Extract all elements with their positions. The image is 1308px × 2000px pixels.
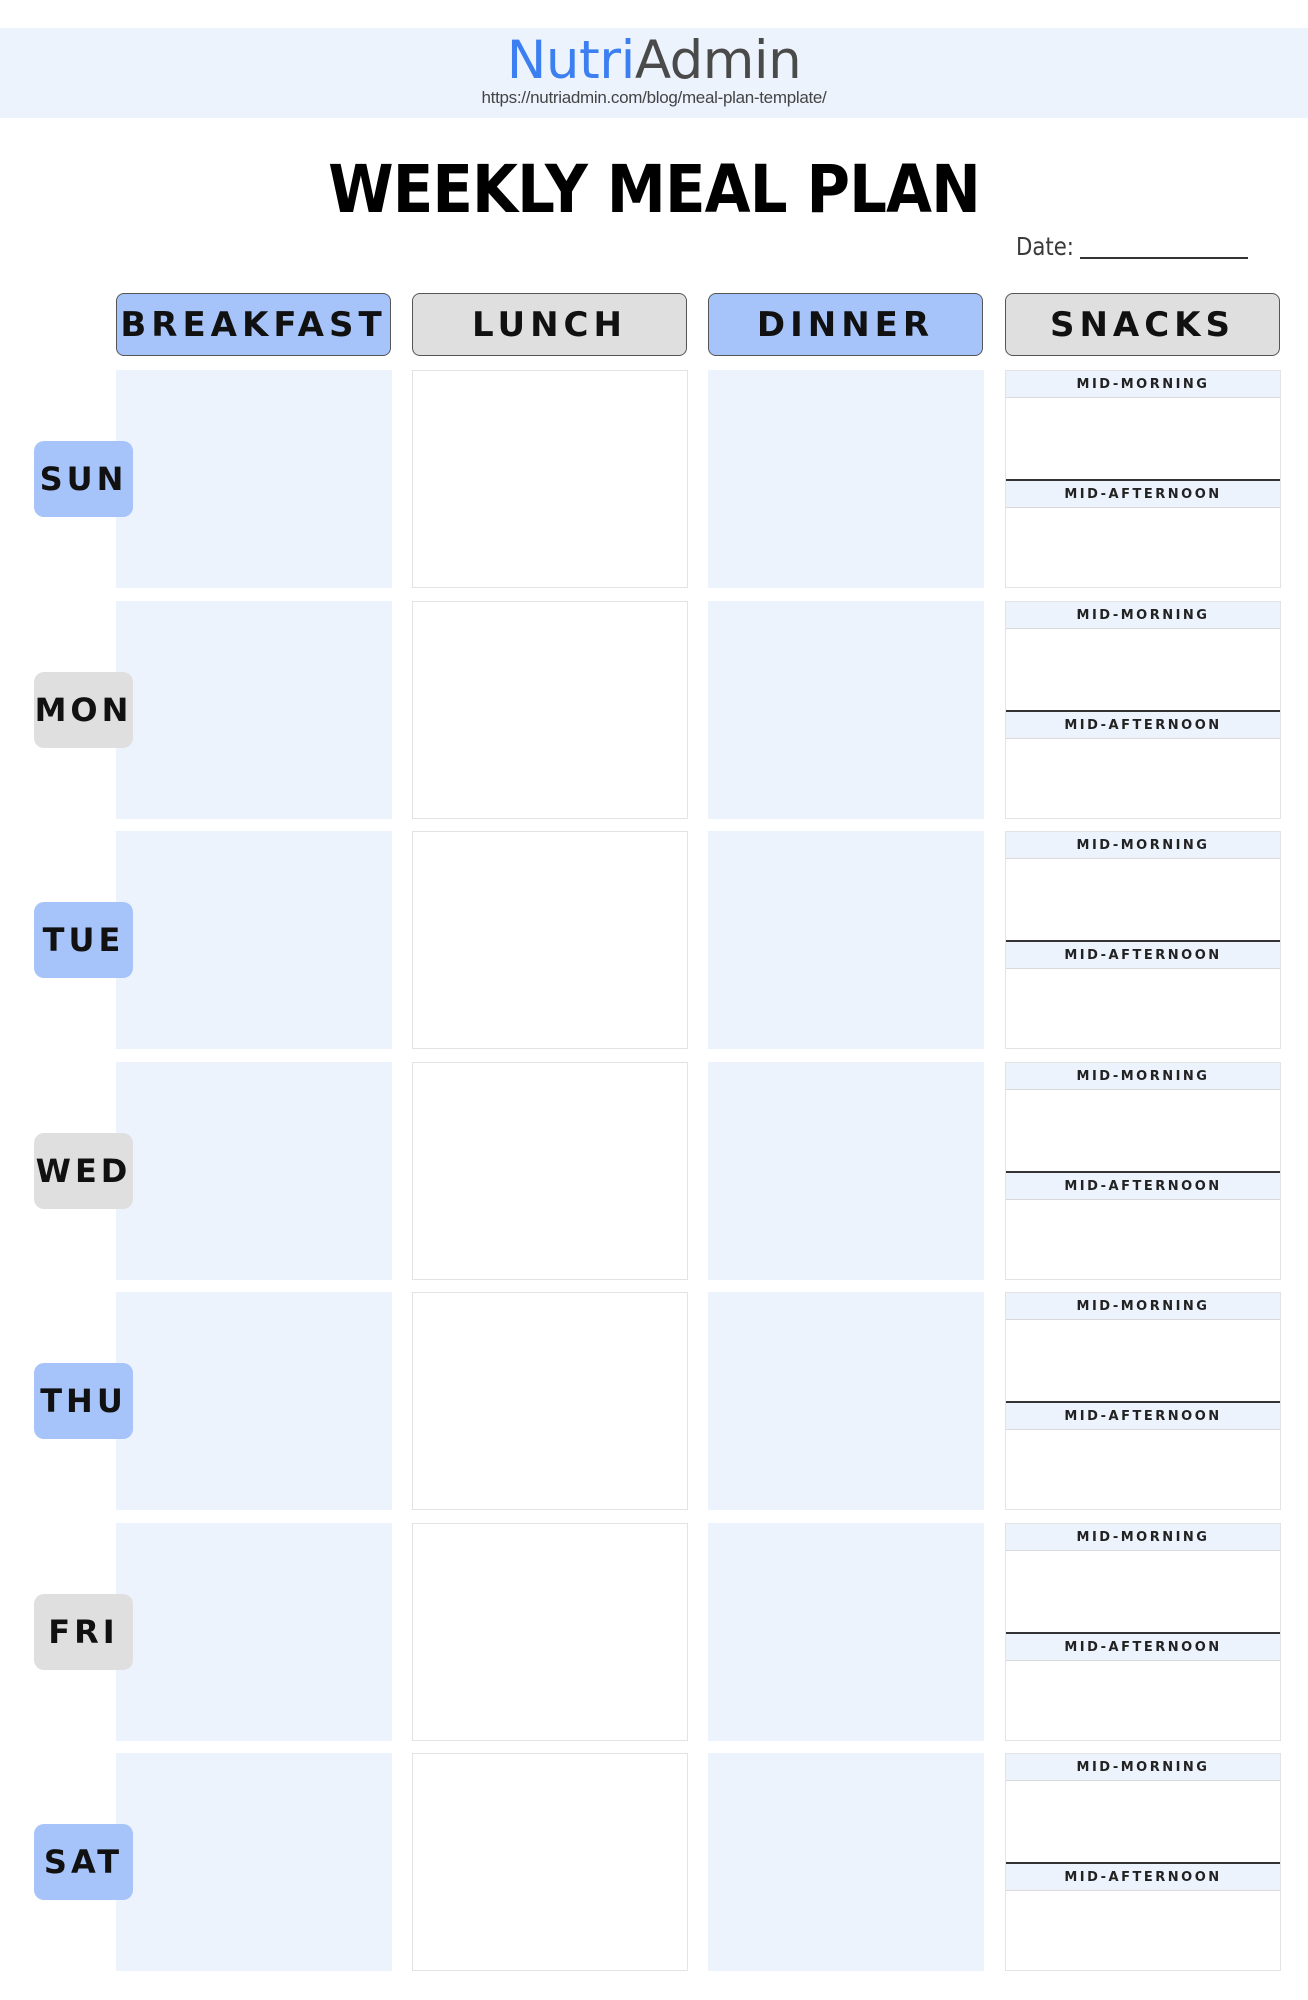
- sat-snacks-cell[interactable]: MID-MORNING MID-AFTERNOON: [1005, 1753, 1281, 1971]
- column-header-snacks: SNACKS: [1005, 293, 1280, 356]
- tue-lunch-cell[interactable]: [412, 831, 688, 1049]
- sat-lunch-cell[interactable]: [412, 1753, 688, 1971]
- snack-label-mid-afternoon: MID-AFTERNOON: [1006, 479, 1280, 508]
- mon-snacks-cell[interactable]: MID-MORNING MID-AFTERNOON: [1005, 601, 1281, 819]
- sun-snacks-cell[interactable]: MID-MORNING MID-AFTERNOON: [1005, 370, 1281, 588]
- fri-dinner-cell[interactable]: [708, 1523, 984, 1741]
- column-header-dinner: DINNER: [708, 293, 983, 356]
- wed-breakfast-cell[interactable]: [116, 1062, 392, 1280]
- mon-dinner-cell[interactable]: [708, 601, 984, 819]
- tue-dinner-cell[interactable]: [708, 831, 984, 1049]
- thu-dinner-cell[interactable]: [708, 1292, 984, 1510]
- thu-breakfast-cell[interactable]: [116, 1292, 392, 1510]
- tue-breakfast-cell[interactable]: [116, 831, 392, 1049]
- day-label-sun: SUN: [34, 441, 133, 517]
- thu-snacks-cell[interactable]: MID-MORNING MID-AFTERNOON: [1005, 1292, 1281, 1510]
- snack-label-mid-morning: MID-MORNING: [1006, 1524, 1280, 1551]
- snack-label-mid-morning: MID-MORNING: [1006, 371, 1280, 398]
- day-label-wed: WED: [34, 1133, 133, 1209]
- sun-lunch-cell[interactable]: [412, 370, 688, 588]
- column-header-breakfast: BREAKFAST: [116, 293, 391, 356]
- snack-label-mid-morning: MID-MORNING: [1006, 1293, 1280, 1320]
- snack-label-mid-morning: MID-MORNING: [1006, 1754, 1280, 1781]
- snack-label-mid-afternoon: MID-AFTERNOON: [1006, 1171, 1280, 1200]
- brand-logo-part1: Nutri: [506, 30, 636, 91]
- tue-snacks-cell[interactable]: MID-MORNING MID-AFTERNOON: [1005, 831, 1281, 1049]
- fri-snacks-cell[interactable]: MID-MORNING MID-AFTERNOON: [1005, 1523, 1281, 1741]
- day-label-thu: THU: [34, 1363, 133, 1439]
- snack-label-mid-afternoon: MID-AFTERNOON: [1006, 940, 1280, 969]
- day-label-tue: TUE: [34, 902, 133, 978]
- sun-dinner-cell[interactable]: [708, 370, 984, 588]
- snack-label-mid-afternoon: MID-AFTERNOON: [1006, 1401, 1280, 1430]
- fri-breakfast-cell[interactable]: [116, 1523, 392, 1741]
- snack-label-mid-morning: MID-MORNING: [1006, 602, 1280, 629]
- brand-logo-part2: Admin: [634, 30, 802, 91]
- thu-lunch-cell[interactable]: [412, 1292, 688, 1510]
- snack-label-mid-afternoon: MID-AFTERNOON: [1006, 1862, 1280, 1891]
- day-label-sat: SAT: [34, 1824, 133, 1900]
- sat-dinner-cell[interactable]: [708, 1753, 984, 1971]
- date-field-line[interactable]: [1080, 257, 1248, 259]
- brand-logo: NutriAdmin: [0, 28, 1308, 94]
- mon-breakfast-cell[interactable]: [116, 601, 392, 819]
- sat-breakfast-cell[interactable]: [116, 1753, 392, 1971]
- snack-label-mid-morning: MID-MORNING: [1006, 832, 1280, 859]
- date-label: Date:: [1016, 232, 1074, 261]
- mon-lunch-cell[interactable]: [412, 601, 688, 819]
- snack-label-mid-afternoon: MID-AFTERNOON: [1006, 1632, 1280, 1661]
- page-title: WEEKLY MEAL PLAN: [328, 151, 981, 228]
- sun-breakfast-cell[interactable]: [116, 370, 392, 588]
- snack-label-mid-afternoon: MID-AFTERNOON: [1006, 710, 1280, 739]
- snack-label-mid-morning: MID-MORNING: [1006, 1063, 1280, 1090]
- source-url: https://nutriadmin.com/blog/meal-plan-te…: [481, 88, 827, 107]
- wed-lunch-cell[interactable]: [412, 1062, 688, 1280]
- day-label-mon: MON: [34, 672, 133, 748]
- wed-snacks-cell[interactable]: MID-MORNING MID-AFTERNOON: [1005, 1062, 1281, 1280]
- column-header-lunch: LUNCH: [412, 293, 687, 356]
- day-label-fri: FRI: [34, 1594, 133, 1670]
- fri-lunch-cell[interactable]: [412, 1523, 688, 1741]
- wed-dinner-cell[interactable]: [708, 1062, 984, 1280]
